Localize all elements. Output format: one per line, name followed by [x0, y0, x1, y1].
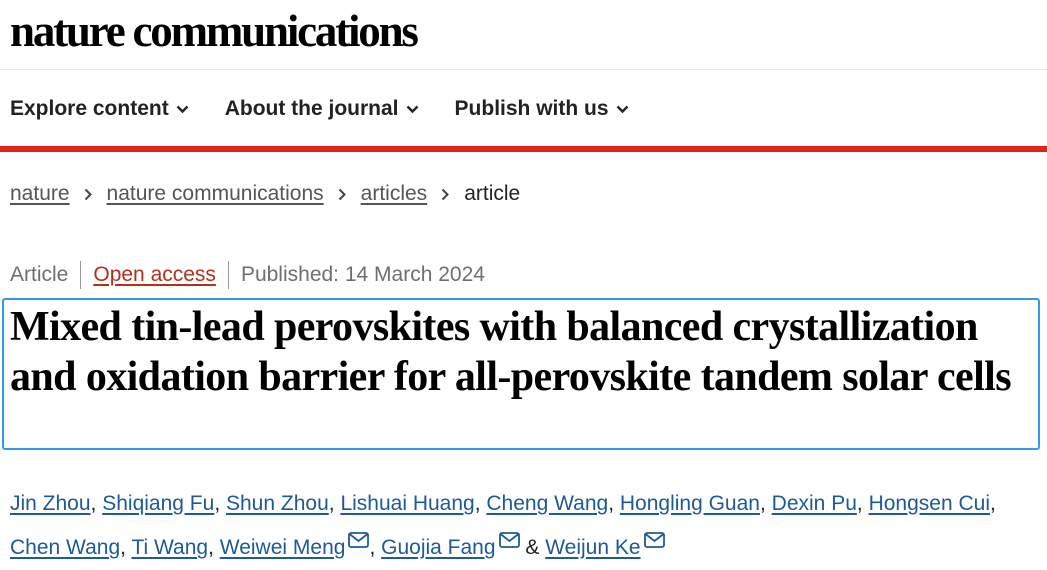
chevron-down-icon	[176, 105, 189, 113]
breadcrumb-articles[interactable]: articles	[361, 182, 428, 206]
article-meta: Article Open access Published: 14 March …	[10, 261, 485, 289]
author-item: Hongsen Cui,	[869, 492, 996, 515]
author-separator: ,	[120, 536, 126, 559]
breadcrumb-nature[interactable]: nature	[10, 182, 70, 206]
chevron-right-icon	[338, 188, 347, 201]
author-separator: ,	[989, 492, 996, 515]
accent-bar	[0, 146, 1047, 152]
author-item: Shiqiang Fu,	[102, 492, 220, 515]
author-item: Jin Zhou,	[10, 492, 96, 515]
author-item: Lishuai Huang,	[340, 492, 480, 515]
author-separator: ,	[214, 492, 221, 515]
author-link[interactable]: Weijun Ke	[545, 536, 640, 559]
nav-publish-with-us[interactable]: Publish with us	[455, 97, 629, 121]
chevron-right-icon	[84, 188, 93, 201]
author-separator: ,	[608, 492, 615, 515]
author-item: Chen Wang,	[10, 536, 126, 559]
author-link[interactable]: Shiqiang Fu	[102, 492, 214, 515]
author-link[interactable]: Dexin Pu	[772, 492, 857, 515]
nav-explore-content-label: Explore content	[10, 97, 169, 120]
author-item: Shun Zhou,	[226, 492, 335, 515]
author-separator: ,	[208, 536, 214, 559]
article-title: Mixed tin-lead perovskites with balanced…	[10, 304, 1012, 400]
author-link[interactable]: Ti Wang	[131, 536, 208, 559]
author-separator: ,	[759, 492, 766, 515]
author-list: Jin Zhou, Shiqiang Fu, Shun Zhou, Lishua…	[10, 482, 1044, 570]
author-item: Weijun Ke	[545, 532, 665, 559]
envelope-icon[interactable]	[498, 532, 520, 548]
author-item: Cheng Wang,	[486, 492, 614, 515]
author-link[interactable]: Cheng Wang	[486, 492, 608, 515]
author-item: Ti Wang,	[131, 536, 213, 559]
chevron-down-icon	[406, 105, 418, 113]
breadcrumb-nature-communications[interactable]: nature communications	[107, 182, 324, 206]
main-nav: Explore content About the journal Publis…	[10, 92, 665, 126]
author-link[interactable]: Shun Zhou	[226, 492, 329, 515]
site-logo[interactable]: nature communications	[10, 6, 419, 56]
author-separator: ,	[369, 536, 376, 559]
author-link[interactable]: Chen Wang	[10, 536, 120, 559]
published-date: Published: 14 March 2024	[240, 263, 485, 286]
chevron-right-icon	[441, 188, 450, 201]
header-divider	[0, 69, 1047, 70]
author-item: Weiwei Meng,	[220, 532, 376, 559]
author-link[interactable]: Guojia Fang	[381, 536, 495, 559]
breadcrumb-current: article	[464, 182, 521, 205]
breadcrumb: nature nature communications articles ar…	[10, 182, 520, 206]
envelope-icon[interactable]	[643, 532, 665, 548]
nav-about-journal-label: About the journal	[224, 97, 399, 120]
nav-explore-content[interactable]: Explore content	[10, 97, 189, 121]
author-link[interactable]: Hongling Guan	[620, 492, 760, 515]
open-access-link[interactable]: Open access	[93, 263, 216, 287]
nav-publish-with-us-label: Publish with us	[454, 97, 609, 120]
author-separator: ,	[474, 492, 481, 515]
author-link[interactable]: Lishuai Huang	[340, 492, 474, 515]
author-separator: ,	[90, 492, 97, 515]
author-link[interactable]: Hongsen Cui	[869, 492, 990, 515]
author-item: Hongling Guan,	[620, 492, 766, 515]
author-link[interactable]: Jin Zhou	[10, 492, 91, 515]
author-separator: ,	[328, 492, 335, 515]
author-separator: ,	[856, 492, 863, 515]
envelope-icon[interactable]	[348, 532, 370, 548]
article-type: Article	[10, 263, 69, 286]
author-ampersand: &	[525, 536, 540, 559]
author-item: Guojia Fang	[381, 532, 520, 559]
chevron-down-icon	[616, 105, 628, 113]
nav-about-journal[interactable]: About the journal	[225, 97, 419, 121]
meta-divider	[227, 261, 229, 289]
meta-divider	[80, 261, 82, 289]
author-link[interactable]: Weiwei Meng	[220, 536, 346, 559]
author-item: Dexin Pu,	[772, 492, 863, 515]
